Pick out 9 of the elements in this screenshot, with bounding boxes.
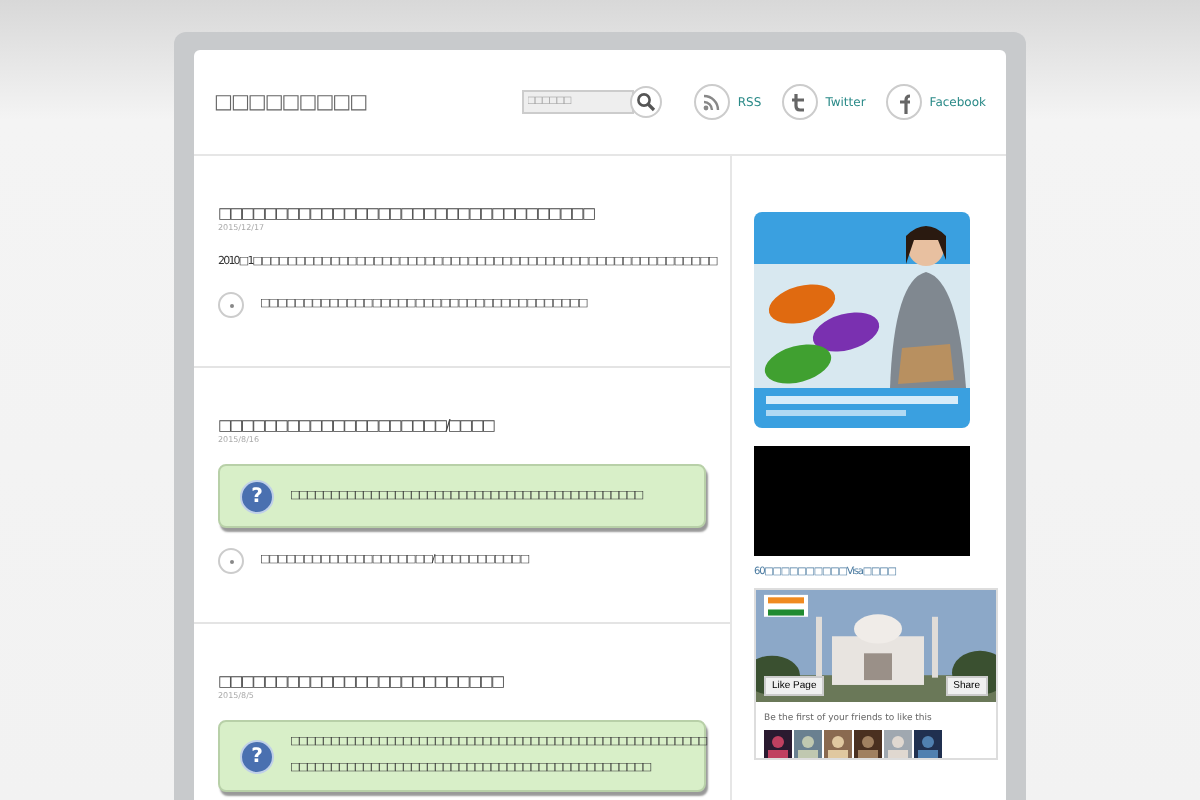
bullet-icon bbox=[218, 292, 244, 318]
facebook-icon[interactable] bbox=[885, 84, 922, 120]
site-title[interactable]: □□□□□□□□□ bbox=[214, 91, 522, 113]
rss-icon[interactable] bbox=[693, 84, 730, 120]
question-icon: ? bbox=[240, 479, 274, 513]
bullet-icon bbox=[218, 548, 244, 574]
search-icon bbox=[635, 92, 656, 112]
question-icon: ? bbox=[240, 739, 274, 773]
twitter-icon[interactable] bbox=[781, 84, 818, 120]
